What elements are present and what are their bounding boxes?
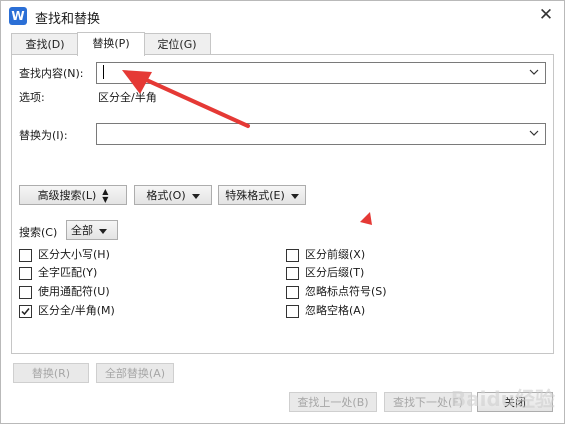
checkbox-box[interactable] [286, 249, 299, 262]
tab-find[interactable]: 查找(D) [11, 33, 79, 55]
options-label: 选项: [19, 91, 45, 104]
dropdown-arrow-icon [99, 228, 107, 234]
wps-writer-icon: W [9, 7, 27, 25]
checkbox-label: 区分全/半角(M) [38, 304, 115, 317]
replace-button[interactable]: 替换(R) [13, 363, 89, 383]
options-value: 区分全/半角 [98, 91, 157, 104]
checkbox-box[interactable] [19, 286, 32, 299]
chevron-down-icon[interactable] [529, 128, 539, 138]
checkbox-label: 忽略空格(A) [305, 304, 366, 317]
search-scope-value: 全部 [71, 224, 93, 237]
find-label: 查找内容(N): [19, 67, 84, 80]
search-scope-select[interactable]: 全部 [66, 220, 118, 240]
special-format-label: 特殊格式(E) [225, 189, 285, 202]
dropdown-arrow-icon [290, 193, 299, 199]
up-down-icon: ▲ ▼ [102, 187, 109, 204]
find-next-button[interactable]: 查找下一处(F) [384, 392, 472, 412]
search-scope-label: 搜索(C) [19, 226, 58, 239]
checkbox-label: 区分大小写(H) [38, 248, 110, 261]
checkbox-box[interactable] [19, 267, 32, 280]
checkbox-box[interactable] [19, 305, 32, 318]
text-caret [103, 65, 104, 79]
format-button[interactable]: 格式(O) [134, 185, 212, 205]
checkbox-label: 全字匹配(Y) [38, 266, 98, 279]
checkbox-label: 区分前缀(X) [305, 248, 366, 261]
special-format-button[interactable]: 特殊格式(E) [218, 185, 306, 205]
replace-input[interactable] [96, 123, 546, 145]
advanced-search-label: 高级搜索(L) [37, 189, 97, 202]
tab-goto[interactable]: 定位(G) [143, 33, 211, 55]
checkbox-box[interactable] [286, 286, 299, 299]
dropdown-arrow-icon [191, 193, 200, 199]
replace-all-button[interactable]: 全部替换(A) [96, 363, 174, 383]
checkbox-label: 使用通配符(U) [38, 285, 110, 298]
format-label: 格式(O) [146, 189, 186, 202]
find-replace-dialog: W 查找和替换 ✕ 查找(D) 替换(P) 定位(G) 查找内容(N): 选项:… [0, 0, 565, 424]
find-input[interactable] [96, 62, 546, 84]
find-previous-button[interactable]: 查找上一处(B) [289, 392, 377, 412]
checkbox-box[interactable] [286, 267, 299, 280]
checkbox-box[interactable] [286, 305, 299, 318]
title-bar: W 查找和替换 ✕ [1, 1, 564, 31]
checkbox-label: 忽略标点符号(S) [305, 285, 387, 298]
close-icon[interactable]: ✕ [534, 3, 558, 27]
window-title: 查找和替换 [35, 12, 101, 27]
checkmark-icon [21, 308, 30, 316]
checkbox-label: 区分后缀(T) [305, 266, 365, 279]
tab-replace[interactable]: 替换(P) [77, 32, 145, 56]
replace-label: 替换为(I): [19, 129, 68, 142]
chevron-down-icon[interactable] [529, 67, 539, 77]
advanced-search-button[interactable]: 高级搜索(L) ▲ ▼ [19, 185, 127, 205]
checkbox-box[interactable] [19, 249, 32, 262]
close-button[interactable]: 关闭 [477, 392, 553, 412]
